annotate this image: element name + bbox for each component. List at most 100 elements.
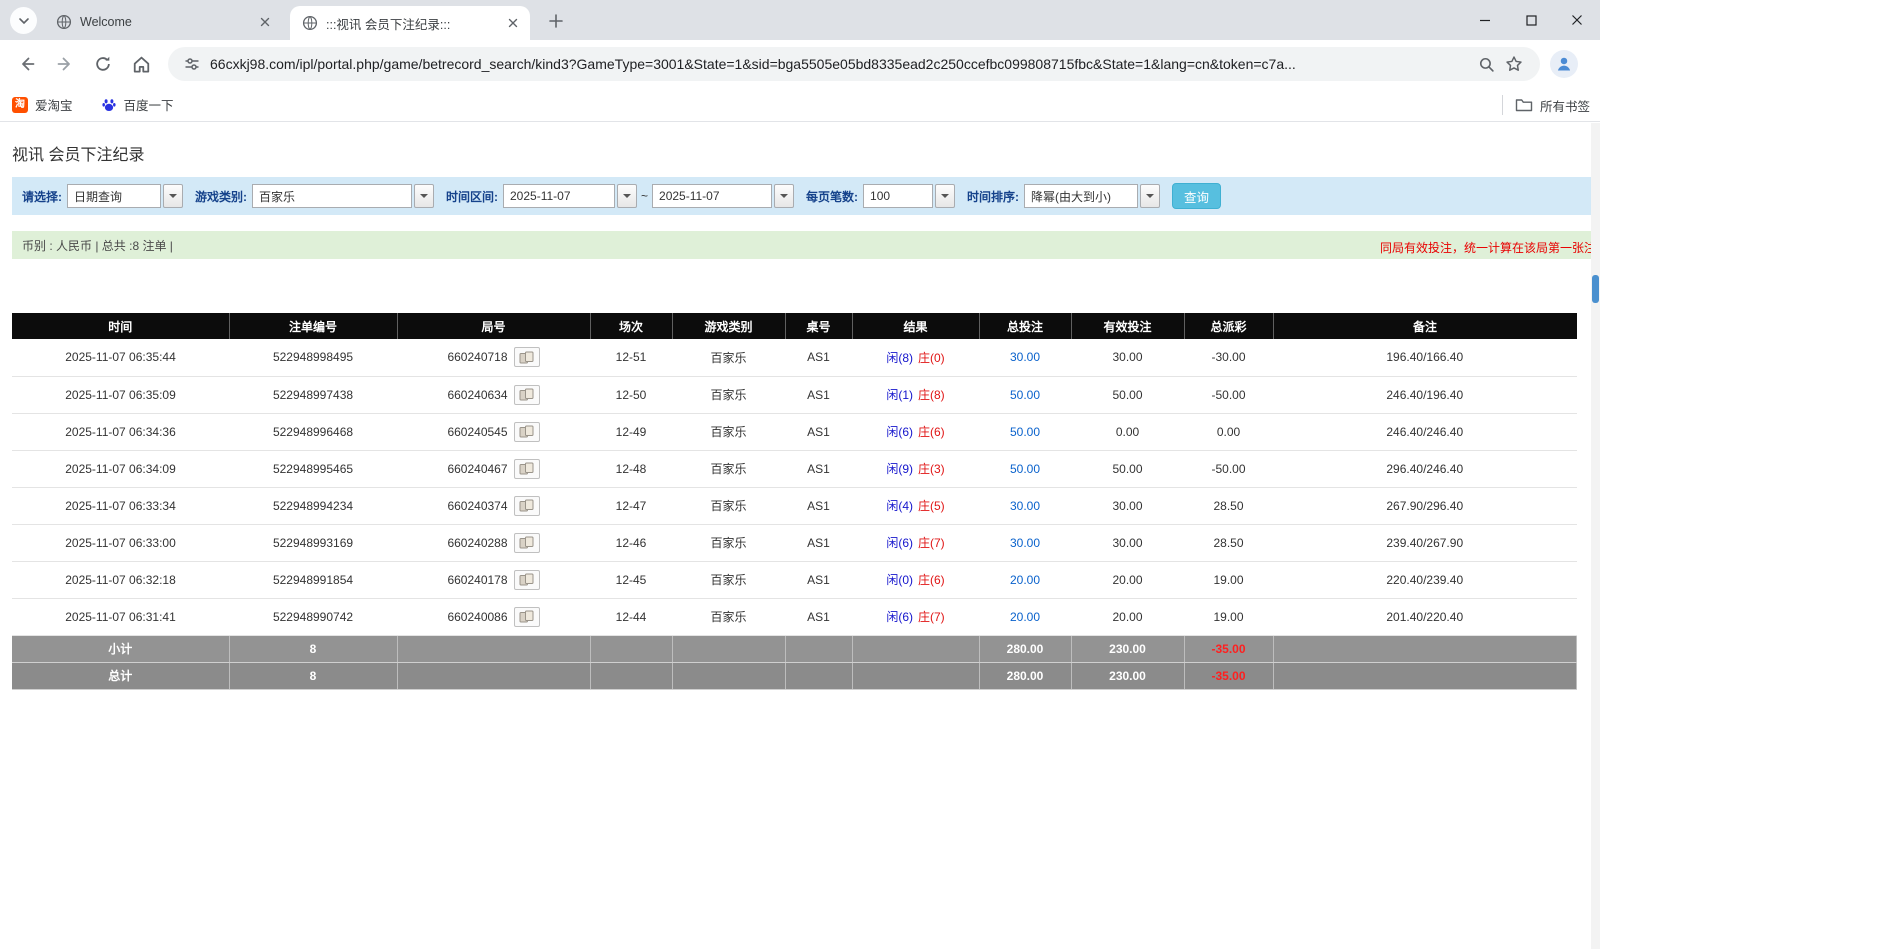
tune-icon: [184, 56, 200, 72]
cell-total-bet: 50.00: [979, 376, 1071, 413]
cards-icon: [519, 388, 534, 401]
total-bet-link[interactable]: 30.00: [1010, 350, 1040, 364]
result-player: 闲(9): [886, 462, 913, 476]
total-bet-link[interactable]: 50.00: [1010, 462, 1040, 476]
lens-search-button[interactable]: [1472, 50, 1500, 78]
cell-table-number: AS1: [785, 450, 852, 487]
home-button[interactable]: [124, 47, 158, 81]
cell-note: 296.40/246.40: [1273, 450, 1577, 487]
total-bet-link[interactable]: 50.00: [1010, 425, 1040, 439]
address-bar[interactable]: 66cxkj98.com/ipl/portal.php/game/betreco…: [168, 47, 1540, 81]
cell-game-type: 百家乐: [672, 524, 785, 561]
cell-valid-bet: 30.00: [1071, 339, 1184, 376]
close-window-button[interactable]: [1554, 0, 1600, 40]
cell-total-bet: 30.00: [979, 339, 1071, 376]
new-tab-button[interactable]: [542, 7, 569, 34]
round-number: 660240634: [447, 388, 507, 402]
folder-icon: [1515, 97, 1533, 113]
round-result-image-button[interactable]: [514, 570, 540, 590]
cell-table-number: AS1: [785, 524, 852, 561]
browser-tab-betrecord[interactable]: :::视讯 会员下注纪录:::: [290, 6, 530, 40]
total-bet-link[interactable]: 30.00: [1010, 499, 1040, 513]
cell-note: 239.40/267.90: [1273, 524, 1577, 561]
back-button[interactable]: [10, 47, 44, 81]
round-number: 660240374: [447, 499, 507, 513]
total-bet-link[interactable]: 50.00: [1010, 388, 1040, 402]
vertical-scrollbar[interactable]: [1591, 123, 1600, 949]
star-icon: [1505, 55, 1523, 73]
page-viewport: 视讯 会员下注纪录 请选择: 日期查询 游戏类别: 百家乐 时间区间: 2025…: [0, 123, 1591, 949]
browser-tab-welcome[interactable]: Welcome: [44, 8, 282, 36]
dropdown-arrow-icon[interactable]: [163, 184, 183, 208]
bookmark-baidu[interactable]: 百度一下: [101, 95, 174, 114]
dropdown-arrow-icon[interactable]: [935, 184, 955, 208]
game-type-select[interactable]: 百家乐: [252, 184, 434, 208]
tab-close-icon[interactable]: [504, 14, 522, 32]
result-player: 闲(1): [886, 388, 913, 402]
cell-payout: 28.50: [1184, 524, 1273, 561]
column-header: 局号: [397, 313, 590, 339]
column-header: 注单编号: [229, 313, 397, 339]
cell-payout: 28.50: [1184, 487, 1273, 524]
dropdown-arrow-icon[interactable]: [1140, 184, 1160, 208]
tab-close-icon[interactable]: [256, 13, 274, 31]
cell-game-type: 百家乐: [672, 413, 785, 450]
bookmark-aitaobao[interactable]: 淘 爱淘宝: [12, 95, 73, 114]
cell-bet-id: 522948991854: [229, 561, 397, 598]
total-cell: 8: [229, 662, 397, 689]
cell-total-bet: 20.00: [979, 561, 1071, 598]
round-result-image-button[interactable]: [514, 385, 540, 405]
dropdown-arrow-icon[interactable]: [617, 184, 637, 208]
cell-session: 12-50: [590, 376, 672, 413]
scrollbar-thumb[interactable]: [1592, 275, 1599, 303]
table-row: 2025-11-07 06:31:41522948990742660240086…: [12, 598, 1577, 635]
forward-button[interactable]: [48, 47, 82, 81]
cards-icon: [519, 610, 534, 623]
minimize-button[interactable]: [1462, 0, 1508, 40]
query-type-select[interactable]: 日期查询: [67, 184, 183, 208]
round-result-image-button[interactable]: [514, 607, 540, 627]
maximize-button[interactable]: [1508, 0, 1554, 40]
cards-icon: [519, 351, 534, 364]
bookmark-star-button[interactable]: [1500, 50, 1528, 78]
round-result-image-button[interactable]: [514, 422, 540, 442]
cell-table-number: AS1: [785, 376, 852, 413]
bookmarks-bar: 淘 爱淘宝 百度一下 所有书签: [0, 88, 1600, 122]
magnifier-icon: [1478, 56, 1495, 73]
cell-result: 闲(6)庄(7): [852, 524, 979, 561]
subtotal-cell: [672, 635, 785, 662]
round-result-image-button[interactable]: [514, 347, 540, 367]
dropdown-arrow-icon[interactable]: [414, 184, 434, 208]
bookmark-label: 百度一下: [124, 95, 174, 114]
total-bet-link[interactable]: 20.00: [1010, 573, 1040, 587]
url-text[interactable]: 66cxkj98.com/ipl/portal.php/game/betreco…: [210, 56, 1472, 72]
search-button[interactable]: 查询: [1172, 183, 1221, 209]
page-title: 视讯 会员下注纪录: [12, 141, 1591, 165]
game-type-value: 百家乐: [252, 184, 412, 208]
subtotal-cell: [590, 635, 672, 662]
result-banker: 庄(6): [918, 425, 945, 439]
cell-time: 2025-11-07 06:33:00: [12, 524, 229, 561]
all-bookmarks-button[interactable]: 所有书签: [1502, 88, 1590, 122]
site-info-button[interactable]: [180, 52, 204, 76]
dropdown-arrow-icon[interactable]: [774, 184, 794, 208]
cell-round: 660240467: [397, 450, 590, 487]
cell-table-number: AS1: [785, 561, 852, 598]
round-result-image-button[interactable]: [514, 459, 540, 479]
profile-button[interactable]: [1550, 50, 1578, 78]
cell-note: 201.40/220.40: [1273, 598, 1577, 635]
round-result-image-button[interactable]: [514, 533, 540, 553]
total-cell: 280.00: [979, 662, 1071, 689]
reload-button[interactable]: [86, 47, 120, 81]
date-to-select[interactable]: 2025-11-07: [652, 184, 794, 208]
tab-search-button[interactable]: [10, 7, 37, 34]
sort-select[interactable]: 降幂(由大到小): [1024, 184, 1160, 208]
subtotal-cell: [785, 635, 852, 662]
tab-title: :::视讯 会员下注纪录:::: [326, 14, 498, 33]
total-bet-link[interactable]: 20.00: [1010, 610, 1040, 624]
date-from-select[interactable]: 2025-11-07: [503, 184, 637, 208]
round-number: 660240288: [447, 536, 507, 550]
total-bet-link[interactable]: 30.00: [1010, 536, 1040, 550]
page-size-select[interactable]: 100: [863, 184, 955, 208]
round-result-image-button[interactable]: [514, 496, 540, 516]
